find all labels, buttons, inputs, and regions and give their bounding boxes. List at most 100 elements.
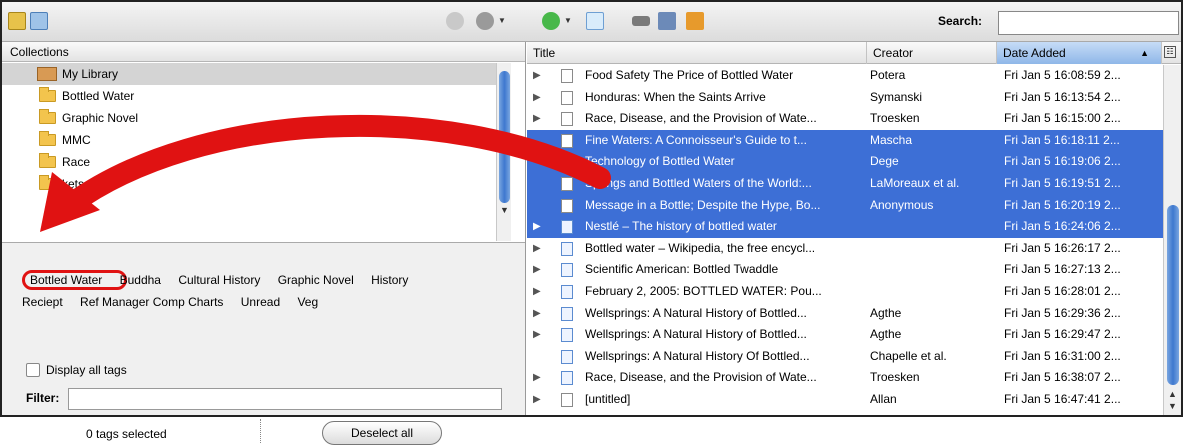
tag-reciept[interactable]: Reciept: [22, 295, 63, 309]
document-icon: [561, 69, 573, 83]
item-date-added: Fri Jan 5 16:19:51 2...: [1004, 175, 1121, 190]
collection-bottled-water[interactable]: Bottled Water: [2, 85, 498, 107]
scroll-up-icon[interactable]: ▲: [1168, 389, 1177, 399]
item-creator: Agthe: [870, 327, 902, 342]
tag-graphic-novel[interactable]: Graphic Novel: [278, 273, 354, 287]
tag-buddha[interactable]: Buddha: [120, 273, 161, 287]
column-title[interactable]: Title: [527, 42, 867, 64]
expand-twisty-icon[interactable]: ▶: [533, 238, 541, 260]
collections-scroll-thumb[interactable]: [499, 71, 510, 203]
item-creator: Allan: [870, 391, 897, 406]
item-title: Wellsprings: A Natural History of Bottle…: [585, 327, 807, 342]
table-row[interactable]: ▶ [untitled] Allan Fri Jan 5 16:47:41 2...: [527, 389, 1163, 411]
item-title: [untitled]: [585, 391, 631, 406]
table-row[interactable]: ▶ February 2, 2005: BOTTLED WATER: Pou...…: [527, 281, 1163, 303]
sort-ascending-icon: ▲: [1140, 48, 1149, 58]
gear-menu-caret-icon[interactable]: ▼: [498, 16, 506, 25]
tag-cultural-history[interactable]: Cultural History: [178, 273, 260, 287]
column-date-added[interactable]: Date Added ▲: [997, 42, 1162, 64]
item-title: Scientific American: Bottled Twaddle: [585, 262, 779, 277]
collection-graphic-novel[interactable]: Graphic Novel: [2, 107, 498, 129]
table-row[interactable]: Fine Waters: A Connoisseur's Guide to t.…: [527, 129, 1163, 152]
tag-filter-input[interactable]: [68, 388, 502, 410]
expand-twisty-icon[interactable]: ▶: [533, 216, 541, 238]
item-date-added: Fri Jan 5 16:38:07 2...: [1004, 370, 1121, 385]
tag-history[interactable]: History: [371, 273, 408, 287]
collection-mmc[interactable]: MMC: [2, 129, 498, 151]
item-date-added: Fri Jan 5 16:24:06 2...: [1004, 219, 1121, 234]
expand-twisty-icon[interactable]: ▶: [533, 65, 541, 87]
tag-unread[interactable]: Unread: [241, 295, 280, 309]
item-creator: Agthe: [870, 305, 902, 320]
table-row[interactable]: Wellsprings: A Natural History Of Bottle…: [527, 346, 1163, 368]
new-saved-search-icon[interactable]: [30, 12, 48, 30]
expand-twisty-icon[interactable]: ▶: [533, 324, 541, 346]
filter-label: Filter:: [26, 391, 60, 405]
column-creator[interactable]: Creator: [867, 42, 997, 64]
deselect-all-button[interactable]: Deselect all: [322, 421, 442, 445]
expand-twisty-icon[interactable]: ▶: [533, 108, 541, 130]
column-date-added-label: Date Added: [1003, 46, 1066, 60]
item-date-added: Fri Jan 5 16:29:36 2...: [1004, 305, 1121, 320]
table-row[interactable]: ▶ Food Safety The Price of Bottled Water P…: [527, 65, 1163, 87]
table-row[interactable]: ▶ Nestlé – The history of bottled water Fr…: [527, 216, 1163, 238]
expand-twisty-icon[interactable]: ▶: [533, 303, 541, 325]
web-page-icon: [561, 263, 573, 278]
expand-twisty-icon[interactable]: ▶: [533, 281, 541, 303]
table-row[interactable]: ▶ Race, Disease, and the Provision of Wat…: [527, 108, 1163, 130]
table-row[interactable]: ▶ Bottled water – Wikipedia, the free enc…: [527, 238, 1163, 260]
expand-twisty-icon[interactable]: ▶: [533, 367, 541, 389]
search-input[interactable]: [998, 11, 1179, 35]
table-row[interactable]: Message in a Bottle; Despite the Hype, B…: [527, 194, 1163, 217]
item-title: Food Safety The Price of Bottled Water: [585, 68, 794, 82]
item-title: Fine Waters: A Connoisseur's Guide to t.…: [585, 132, 807, 147]
collections-scrollbar[interactable]: ▼: [496, 63, 511, 241]
tag-bottled-water[interactable]: Bottled Water: [22, 273, 102, 287]
expand-twisty-icon[interactable]: ▶: [533, 259, 541, 281]
document-icon: [561, 155, 573, 170]
items-scroll-thumb[interactable]: [1167, 205, 1179, 385]
table-row[interactable]: ▶ Honduras: When the Saints Arrive Symansk…: [527, 87, 1163, 109]
item-date-added: Fri Jan 5 16:08:59 2...: [1004, 68, 1121, 82]
expand-twisty-icon[interactable]: ▶: [533, 87, 541, 109]
tag-veg[interactable]: Veg: [297, 295, 318, 309]
item-title: Message in a Bottle; Despite the Hype, B…: [585, 197, 821, 212]
item-date-added: Fri Jan 5 16:26:17 2...: [1004, 240, 1121, 255]
new-item-caret-icon[interactable]: ▼: [564, 16, 572, 25]
expand-twisty-icon[interactable]: ▶: [533, 389, 541, 411]
document-icon: [561, 133, 573, 148]
new-note-icon[interactable]: [586, 12, 604, 30]
collection-kets[interactable]: kets: [2, 173, 498, 195]
attach-link-icon[interactable]: [632, 16, 650, 26]
item-date-added: Fri Jan 5 16:28:01 2...: [1004, 283, 1121, 298]
new-collection-icon[interactable]: [8, 12, 26, 30]
tags-row-2: Reciept Ref Manager Comp Charts Unread V…: [22, 295, 332, 309]
web-page-icon: [561, 284, 573, 299]
document-icon: [561, 112, 573, 127]
collection-my-library[interactable]: My Library: [2, 63, 498, 85]
item-creator: Potera: [870, 68, 906, 82]
display-all-tags-checkbox[interactable]: [26, 363, 40, 377]
collection-label: Bottled Water: [62, 89, 135, 103]
table-row[interactable]: ▶ Race, Disease, and the Provision of Wat…: [527, 367, 1163, 389]
sync-icon[interactable]: [446, 12, 464, 30]
table-row[interactable]: ▶ Wellsprings: A Natural History of Bottl…: [527, 324, 1163, 346]
table-row[interactable]: Springs and Bottled Waters of the World:…: [527, 172, 1163, 195]
new-item-icon[interactable]: [542, 12, 560, 30]
gear-icon[interactable]: [476, 12, 494, 30]
scroll-down-icon[interactable]: ▼: [500, 205, 509, 215]
item-title: February 2, 2005: BOTTLED WATER: Pou...: [585, 283, 822, 298]
table-row[interactable]: ▶ Wellsprings: A Natural History of Bottl…: [527, 303, 1163, 325]
collection-race[interactable]: Race: [2, 151, 498, 173]
create-bibliography-icon[interactable]: [686, 12, 704, 30]
column-picker-icon[interactable]: ☷: [1164, 46, 1176, 58]
item-title: Bottled water – Wikipedia, the free ency…: [585, 240, 816, 255]
attach-snapshot-icon[interactable]: [658, 12, 676, 30]
collections-header: Collections: [2, 42, 525, 62]
items-scrollbar[interactable]: ▲ ▼: [1163, 65, 1181, 415]
table-row[interactable]: Technology of Bottled Water Dege Fri Jan 5…: [527, 151, 1163, 173]
web-page-icon: [561, 349, 573, 364]
tag-ref-manager-comp-charts[interactable]: Ref Manager Comp Charts: [80, 295, 223, 309]
scroll-down-icon[interactable]: ▼: [1168, 401, 1177, 411]
table-row[interactable]: ▶ Scientific American: Bottled Twaddle Fri…: [527, 259, 1163, 281]
